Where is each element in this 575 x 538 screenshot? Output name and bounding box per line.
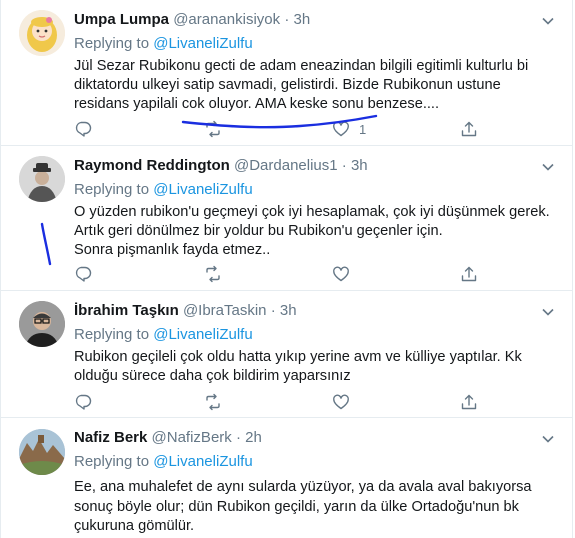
mention-link[interactable]: @LivaneliZulfu <box>153 181 252 198</box>
tweet-text: Ee, ana muhalefet de aynı sularda yüzüyo… <box>74 478 554 537</box>
caret-down-icon[interactable] <box>541 432 555 446</box>
like-button[interactable] <box>332 392 350 412</box>
retweet-icon <box>206 120 220 138</box>
display-name[interactable]: Umpa Lumpa <box>74 11 169 28</box>
share-button[interactable] <box>460 264 478 284</box>
display-name[interactable]: İbrahim Taşkın <box>74 302 179 319</box>
separator-dot: · <box>235 429 241 446</box>
timestamp[interactable]: 3h <box>293 11 310 28</box>
tweet-text-line: Jül Sezar Rubikonu gecti de adam eneazin… <box>74 58 529 113</box>
tweet-actions <box>74 264 494 284</box>
timestamp[interactable]: 3h <box>351 157 368 174</box>
reply-button[interactable] <box>74 392 92 412</box>
tweet-card[interactable]: İbrahim Taşkın @IbraTaskin · 3h Replying… <box>0 291 573 418</box>
retweet-icon <box>206 265 220 283</box>
replying-to: Replying to @LivaneliZulfu <box>74 325 253 345</box>
retweet-button[interactable] <box>204 264 222 284</box>
tweet-actions <box>74 392 494 412</box>
replying-label: Replying to <box>74 453 150 470</box>
tweet-text-line: Rubikon geçileli çok oldu hatta yıkıp ye… <box>74 349 522 385</box>
avatar[interactable] <box>19 301 65 347</box>
tweet-card[interactable]: Nafiz Berk @NafizBerk · 2h Replying to @… <box>0 418 573 538</box>
tweet-text-line: Sonra pişmanlık fayda etmez.. <box>74 242 271 259</box>
display-name[interactable]: Raymond Reddington <box>74 157 230 174</box>
share-icon <box>461 394 477 410</box>
avatar[interactable] <box>19 10 65 56</box>
share-icon <box>461 121 477 137</box>
retweet-button[interactable] <box>204 392 222 412</box>
mention-link[interactable]: @LivaneliZulfu <box>153 326 252 343</box>
reply-button[interactable] <box>74 264 92 284</box>
like-icon <box>333 121 349 137</box>
tweet-card[interactable]: Umpa Lumpa @aranankisiyok · 3h Replying … <box>0 0 573 146</box>
mention-link[interactable]: @LivaneliZulfu <box>153 453 252 470</box>
tweet-text: O yüzden rubikon'u geçmeyi çok iyi hesap… <box>74 203 554 261</box>
replying-to: Replying to @LivaneliZulfu <box>74 180 253 200</box>
like-icon <box>333 266 349 282</box>
user-handle[interactable]: @aranankisiyok <box>173 11 280 28</box>
user-handle[interactable]: @IbraTaskin <box>183 302 267 319</box>
caret-down-icon[interactable] <box>541 305 555 319</box>
like-icon <box>333 394 349 410</box>
tweet-text-line: O yüzden rubikon'u geçmeyi çok iyi hesap… <box>74 204 550 240</box>
replying-label: Replying to <box>74 326 150 343</box>
like-count: 1 <box>359 121 367 137</box>
reply-icon <box>75 121 92 137</box>
tweet-actions: 1 <box>74 119 494 139</box>
reply-icon <box>75 266 92 282</box>
tweet-text-line: Ee, ana muhalefet de aynı sularda yüzüyo… <box>74 479 532 535</box>
avatar[interactable] <box>19 156 65 202</box>
timestamp[interactable]: 3h <box>280 302 297 319</box>
share-button[interactable] <box>460 392 478 412</box>
separator-dot: · <box>284 11 290 28</box>
timestamp[interactable]: 2h <box>245 429 262 446</box>
replying-label: Replying to <box>74 35 150 52</box>
mention-link[interactable]: @LivaneliZulfu <box>153 35 252 52</box>
tweet-text: Rubikon geçileli çok oldu hatta yıkıp ye… <box>74 348 554 386</box>
display-name[interactable]: Nafiz Berk <box>74 429 147 446</box>
tweet-card[interactable]: Raymond Reddington @Dardanelius1 · 3h Re… <box>0 146 573 291</box>
share-button[interactable] <box>460 119 478 139</box>
caret-down-icon[interactable] <box>541 14 555 28</box>
replying-to: Replying to @LivaneliZulfu <box>74 452 253 472</box>
retweet-button[interactable] <box>204 119 222 139</box>
caret-down-icon[interactable] <box>541 160 555 174</box>
separator-dot: · <box>341 157 347 174</box>
reply-icon <box>75 394 92 410</box>
replying-to: Replying to @LivaneliZulfu <box>74 34 253 54</box>
user-handle[interactable]: @Dardanelius1 <box>234 157 338 174</box>
retweet-icon <box>206 393 220 411</box>
like-button[interactable]: 1 <box>332 119 366 139</box>
reply-button[interactable] <box>74 119 92 139</box>
separator-dot: · <box>270 302 276 319</box>
share-icon <box>461 266 477 282</box>
user-handle[interactable]: @NafizBerk <box>152 429 232 446</box>
tweet-text: Jül Sezar Rubikonu gecti de adam eneazin… <box>74 57 554 115</box>
like-button[interactable] <box>332 264 350 284</box>
replying-label: Replying to <box>74 181 150 198</box>
avatar[interactable] <box>19 429 65 475</box>
